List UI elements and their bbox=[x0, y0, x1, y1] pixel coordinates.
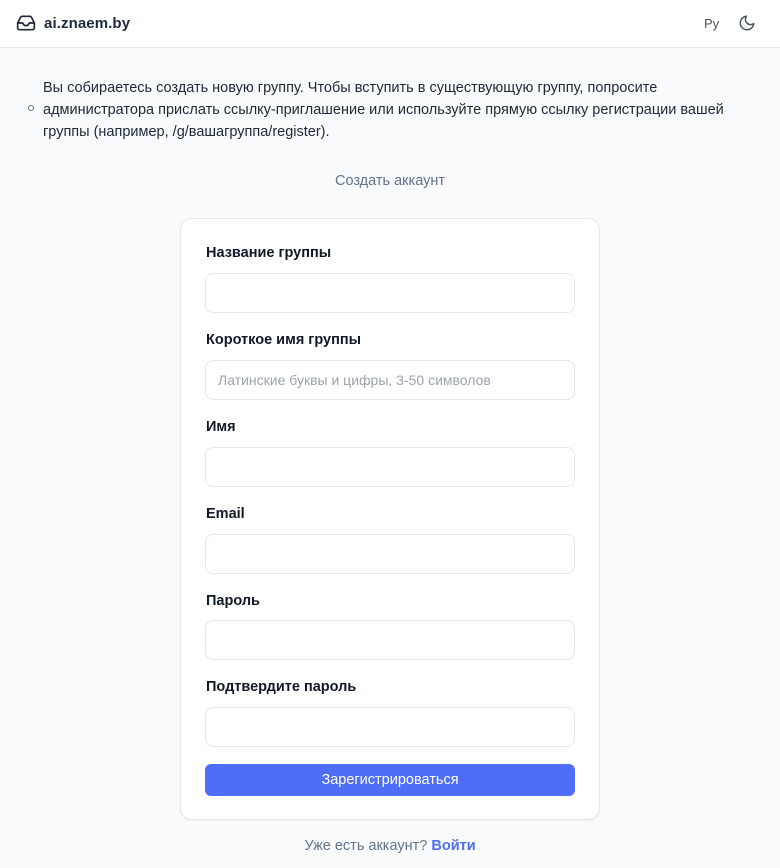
register-button[interactable]: Зарегистрироваться bbox=[205, 764, 575, 796]
group-name-label: Название группы bbox=[206, 245, 332, 261]
theme-toggle[interactable] bbox=[738, 14, 758, 34]
group-slug-label: Короткое имя группы bbox=[206, 332, 361, 348]
notice-text: Вы собираетесь создать новую группу. Что… bbox=[43, 80, 724, 140]
page-title: Создать аккаунт bbox=[334, 173, 445, 189]
brand-logo[interactable]: ai.znaem.by bbox=[16, 13, 130, 33]
inbox-icon bbox=[16, 13, 36, 33]
registration-form: Название группы Короткое имя группы Имя … bbox=[180, 218, 600, 820]
email-input[interactable] bbox=[205, 534, 575, 574]
email-label: Email bbox=[206, 506, 245, 522]
name-label: Имя bbox=[206, 419, 236, 435]
confirm-password-label: Подтвердите пароль bbox=[206, 679, 357, 695]
moon-icon bbox=[738, 14, 758, 32]
confirm-password-input[interactable] bbox=[205, 707, 575, 747]
password-input[interactable] bbox=[205, 620, 575, 660]
login-link[interactable]: Войти bbox=[431, 838, 475, 854]
top-bar: ai.znaem.by Ру bbox=[0, 0, 780, 48]
login-prompt-text: Уже есть аккаунт? bbox=[304, 838, 428, 854]
language-switcher[interactable]: Ру bbox=[704, 16, 719, 31]
bullet-icon bbox=[28, 105, 34, 111]
group-name-input[interactable] bbox=[205, 273, 575, 313]
brand-name: ai.znaem.by bbox=[44, 14, 131, 32]
login-prompt: Уже есть аккаунт? Войти bbox=[0, 838, 780, 854]
group-slug-input[interactable] bbox=[205, 360, 575, 400]
name-input[interactable] bbox=[205, 447, 575, 487]
password-label: Пароль bbox=[206, 593, 260, 609]
